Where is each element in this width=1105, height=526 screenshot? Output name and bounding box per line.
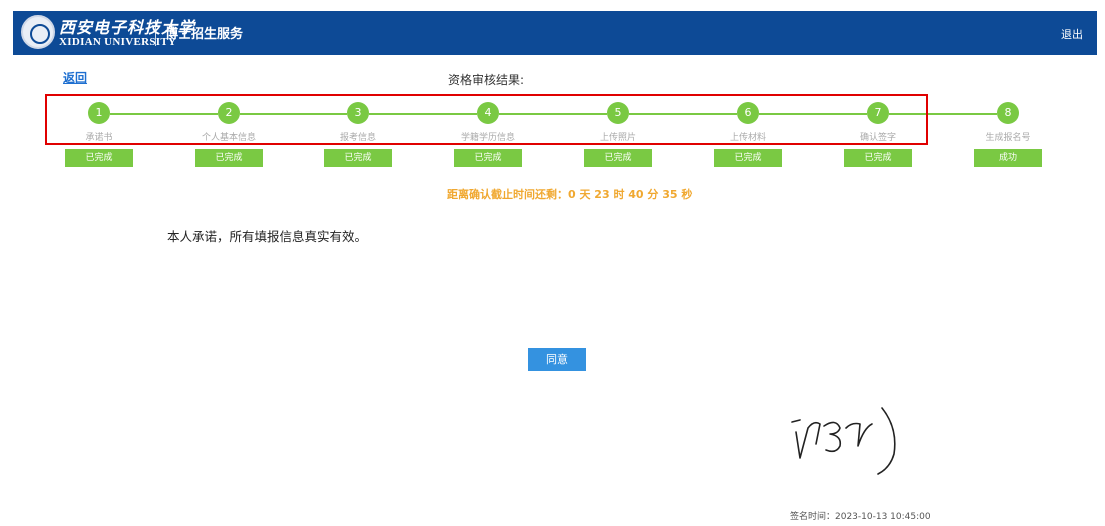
- agree-button[interactable]: 同意: [528, 348, 586, 371]
- step-status-badge[interactable]: 已完成: [324, 149, 392, 167]
- step-status-badge[interactable]: 已完成: [844, 149, 912, 167]
- sign-time: 签名时间：2023-10-13 10:45:00: [790, 512, 931, 522]
- step-status-badge[interactable]: 已完成: [584, 149, 652, 167]
- step-status-badge[interactable]: 已完成: [65, 149, 133, 167]
- step-label: 生成报名号: [985, 133, 1031, 143]
- step-status-badge[interactable]: 已完成: [195, 149, 263, 167]
- handwritten-signature: [791, 407, 896, 475]
- step-status-badge[interactable]: 已完成: [454, 149, 522, 167]
- deadline-countdown: 距离确认截止时间还剩：0 天 23 时 40 分 35 秒: [447, 188, 693, 201]
- progress-step: 8 生成报名号成功: [948, 102, 1068, 167]
- step-number-circle: 8: [997, 102, 1019, 124]
- step-status-badge[interactable]: 已完成: [714, 149, 782, 167]
- step-status-badge[interactable]: 成功: [974, 149, 1042, 167]
- highlight-box: [45, 94, 928, 145]
- pledge-text: 本人承诺，所有填报信息真实有效。: [167, 229, 368, 244]
